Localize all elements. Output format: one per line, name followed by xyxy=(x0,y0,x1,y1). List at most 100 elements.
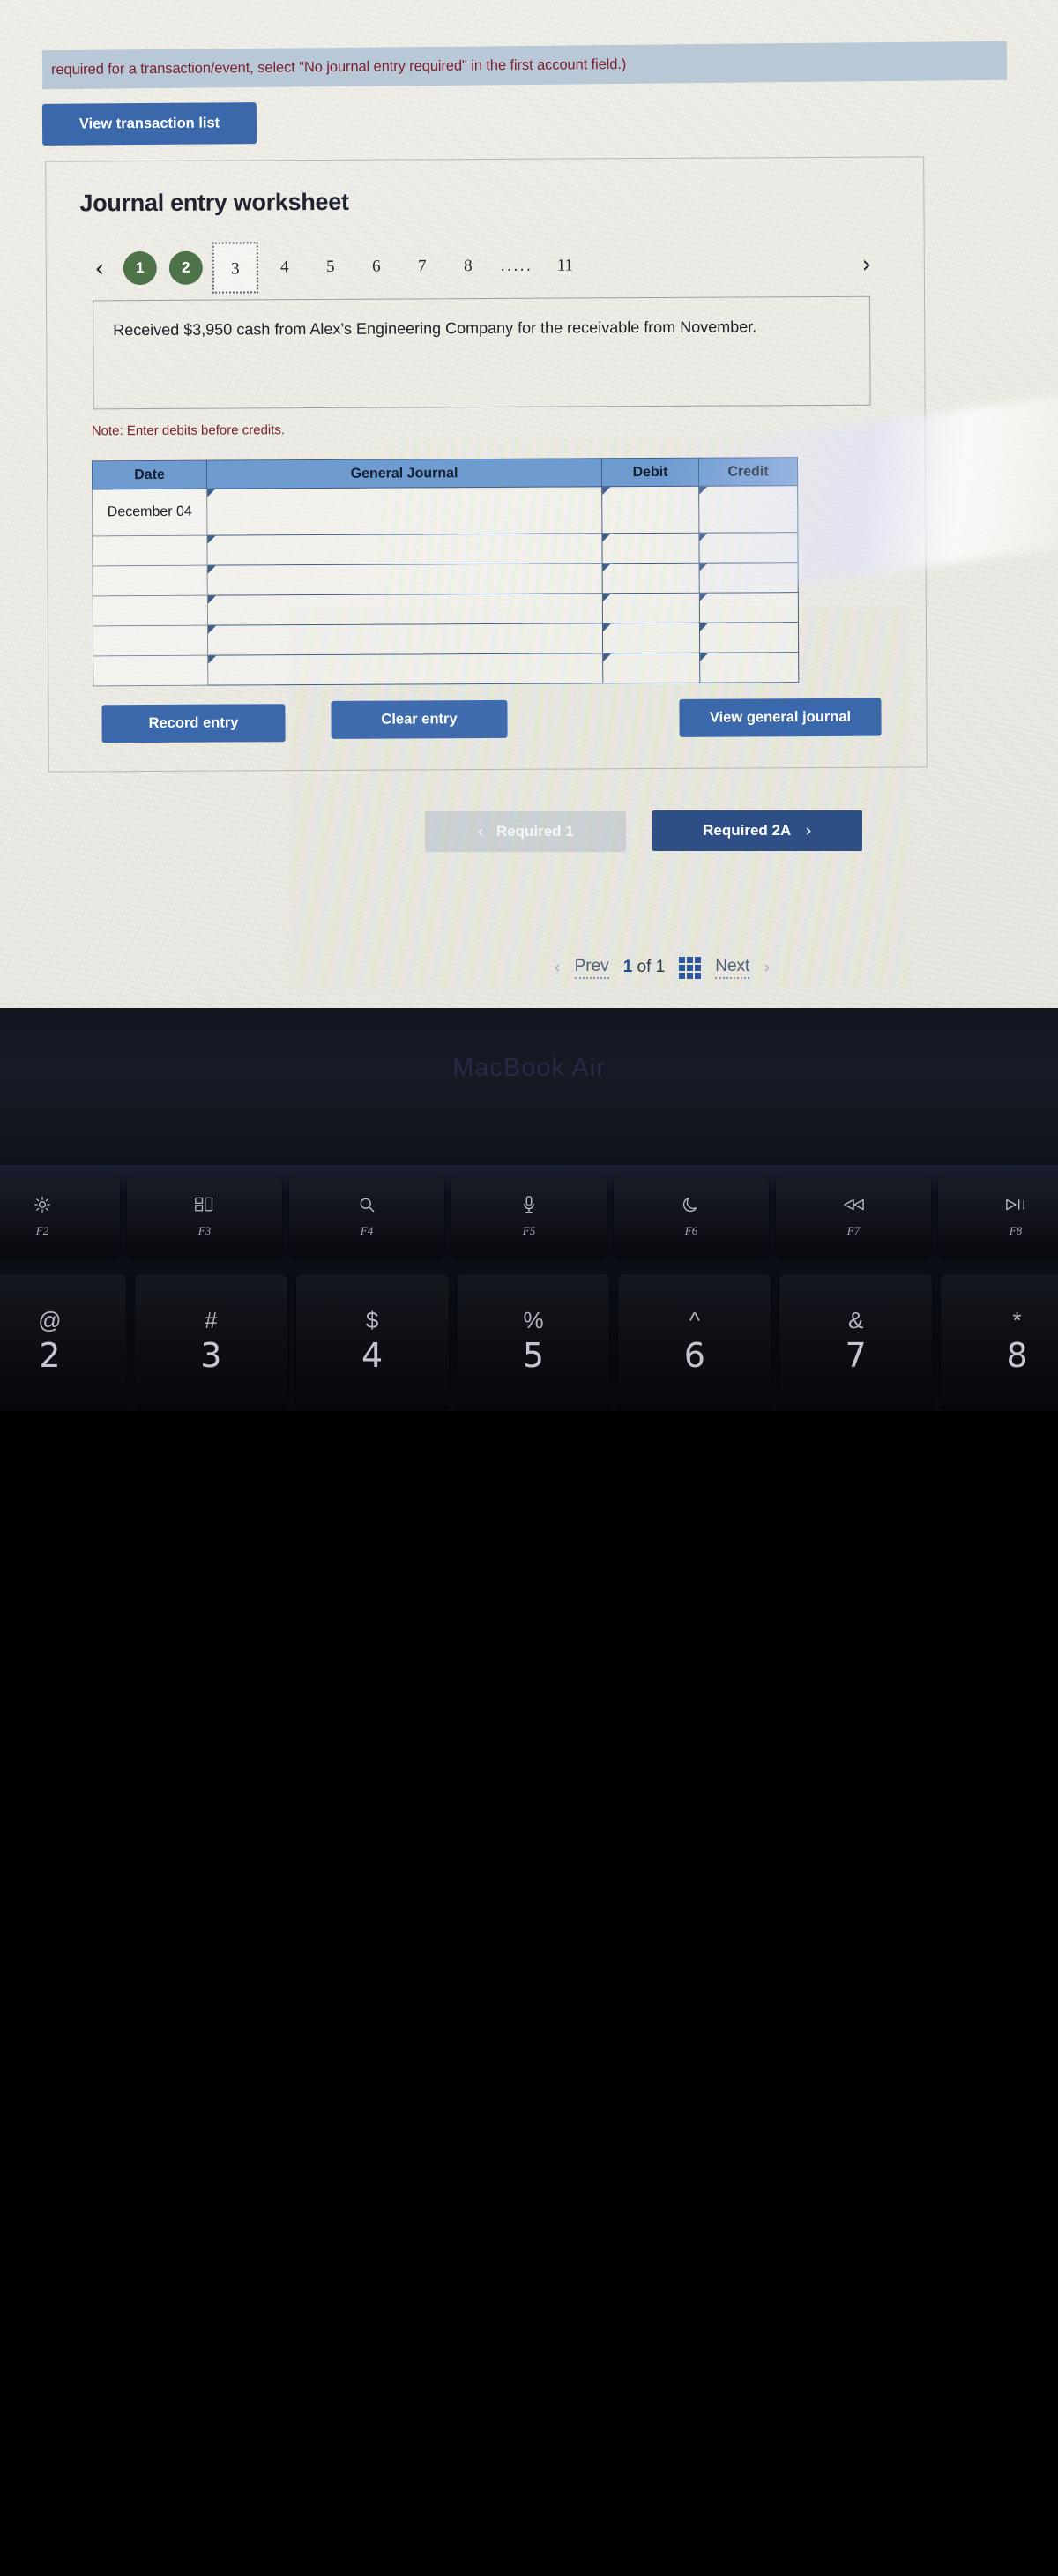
cell-general-journal-4[interactable] xyxy=(207,593,603,626)
cell-general-journal-5[interactable] xyxy=(207,623,603,656)
function-key-row: F2 F3 F4 F5 F6 F7 F8 xyxy=(0,1177,1058,1257)
worksheet-tab-11[interactable]: 11 xyxy=(542,256,588,275)
cell-credit-3[interactable] xyxy=(699,562,799,594)
required-prev-chevron-icon: ‹ xyxy=(477,822,484,841)
view-transaction-list-button[interactable]: View transaction list xyxy=(41,102,257,146)
clear-entry-button[interactable]: Clear entry xyxy=(331,699,508,739)
key-7-symbol: & xyxy=(848,1307,864,1333)
journal-entry-table: Date General Journal Debit Credit Decemb… xyxy=(92,457,799,686)
cell-debit-6[interactable] xyxy=(602,653,700,683)
key-f2[interactable]: F2 xyxy=(0,1177,120,1257)
key-8-digit: 8 xyxy=(1006,1336,1028,1375)
debits-before-credits-note: Note: Enter debits before credits. xyxy=(91,422,286,439)
key-f6[interactable]: F6 xyxy=(614,1177,769,1257)
cell-debit-5[interactable] xyxy=(602,623,700,653)
pagination-prev-link[interactable]: Prev xyxy=(574,957,609,979)
key-5[interactable]: % 5 xyxy=(457,1274,610,1407)
spotlight-search-icon xyxy=(358,1196,376,1213)
key-5-digit: 5 xyxy=(522,1336,545,1375)
required-prev-label: Required 1 xyxy=(495,823,574,840)
record-entry-button[interactable]: Record entry xyxy=(101,704,286,743)
tabs-next-chevron-icon[interactable]: › xyxy=(849,250,884,278)
key-6[interactable]: ^ 6 xyxy=(618,1274,771,1407)
pagination-next-link[interactable]: Next xyxy=(715,957,750,979)
table-row xyxy=(93,562,799,596)
worksheet-tab-2[interactable]: 2 xyxy=(168,250,203,285)
worksheet-tab-4[interactable]: 4 xyxy=(262,258,308,277)
key-2-digit: 2 xyxy=(39,1336,61,1375)
key-3[interactable]: # 3 xyxy=(134,1274,287,1407)
cell-credit-6[interactable] xyxy=(699,652,799,683)
key-5-symbol: % xyxy=(523,1307,544,1333)
tabs-prev-chevron-icon[interactable]: ‹ xyxy=(82,255,117,282)
worksheet-tab-7[interactable]: 7 xyxy=(399,257,445,276)
key-4[interactable]: $ 4 xyxy=(295,1274,449,1407)
pagination-prev-chevron-icon[interactable]: ‹ xyxy=(554,958,561,977)
mission-control-icon xyxy=(195,1196,214,1213)
cell-debit-2[interactable] xyxy=(601,533,700,564)
table-row xyxy=(93,592,799,626)
required-next-chevron-icon: › xyxy=(805,821,812,840)
cell-debit-1[interactable] xyxy=(601,486,699,534)
cell-debit-3[interactable] xyxy=(602,563,700,594)
cell-debit-4[interactable] xyxy=(602,593,700,623)
key-4-symbol: $ xyxy=(365,1307,379,1333)
worksheet-tab-6[interactable]: 6 xyxy=(354,258,399,277)
cell-credit-2[interactable] xyxy=(698,532,799,564)
table-header-row: Date General Journal Debit Credit xyxy=(92,457,798,489)
key-8[interactable]: * 8 xyxy=(941,1274,1058,1407)
cell-general-journal-1[interactable] xyxy=(206,486,602,536)
pagination-bar: ‹ Prev 1 of 1 Next › xyxy=(554,949,933,986)
column-header-general-journal: General Journal xyxy=(206,458,602,489)
column-header-date: Date xyxy=(92,460,207,489)
cell-credit-5[interactable] xyxy=(699,622,799,653)
view-general-journal-button[interactable]: View general journal xyxy=(679,698,882,737)
cell-date-1: December 04 xyxy=(92,489,207,536)
key-f8[interactable]: F8 xyxy=(938,1177,1058,1257)
macbook-air-label: MacBook Air xyxy=(452,1054,606,1082)
key-7-digit: 7 xyxy=(845,1336,867,1375)
key-2[interactable]: @ 2 xyxy=(0,1274,126,1407)
grid-view-icon[interactable] xyxy=(679,956,702,979)
tab-strip-spacer xyxy=(588,265,849,266)
key-f2-label: F2 xyxy=(35,1224,49,1237)
key-7[interactable]: & 7 xyxy=(779,1274,933,1407)
key-3-digit: 3 xyxy=(200,1336,222,1375)
key-f7[interactable]: F7 xyxy=(776,1177,931,1257)
cell-date-4 xyxy=(93,595,208,626)
keyboard-vignette xyxy=(0,2330,1058,2576)
cell-general-journal-3[interactable] xyxy=(207,563,603,596)
transaction-description-box: Received $3,950 cash from Alex’s Enginee… xyxy=(93,295,871,410)
pagination-of-label: of xyxy=(637,958,652,976)
worksheet-tab-3[interactable]: 3 xyxy=(212,242,258,294)
play-pause-icon xyxy=(1005,1196,1026,1213)
cell-date-3 xyxy=(93,565,208,596)
key-f3[interactable]: F3 xyxy=(127,1177,282,1257)
pagination-current-page: 1 xyxy=(622,958,633,976)
key-f3-label: F3 xyxy=(197,1224,212,1237)
cell-general-journal-6[interactable] xyxy=(207,653,603,686)
key-f6-label: F6 xyxy=(684,1224,698,1237)
key-8-symbol: * xyxy=(1012,1307,1022,1333)
worksheet-tab-5[interactable]: 5 xyxy=(308,258,354,277)
cell-date-5 xyxy=(93,625,208,656)
cell-general-journal-2[interactable] xyxy=(206,533,603,566)
required-1-button[interactable]: ‹ Required 1 xyxy=(425,811,626,852)
worksheet-tab-strip: ‹ 1 2 3 4 5 6 7 8 ..... 11 › xyxy=(82,239,884,295)
worksheet-tab-8[interactable]: 8 xyxy=(445,257,491,276)
key-f8-label: F8 xyxy=(1009,1224,1023,1237)
cell-credit-4[interactable] xyxy=(699,592,799,623)
laptop-bezel: MacBook Air xyxy=(0,1008,1058,1165)
cell-credit-1[interactable] xyxy=(698,485,798,534)
worksheet-tab-1[interactable]: 1 xyxy=(123,250,157,286)
key-2-symbol: @ xyxy=(38,1307,62,1333)
worksheet-tab-ellipsis: ..... xyxy=(500,256,533,275)
key-f4[interactable]: F4 xyxy=(289,1177,444,1257)
key-f5[interactable]: F5 xyxy=(451,1177,607,1257)
brightness-icon xyxy=(34,1196,51,1213)
pagination-counter: 1 of 1 xyxy=(623,958,666,977)
required-2a-button[interactable]: Required 2A › xyxy=(652,810,862,851)
cell-date-6 xyxy=(93,655,208,686)
table-row xyxy=(92,532,799,566)
pagination-next-chevron-icon[interactable]: › xyxy=(764,958,771,977)
